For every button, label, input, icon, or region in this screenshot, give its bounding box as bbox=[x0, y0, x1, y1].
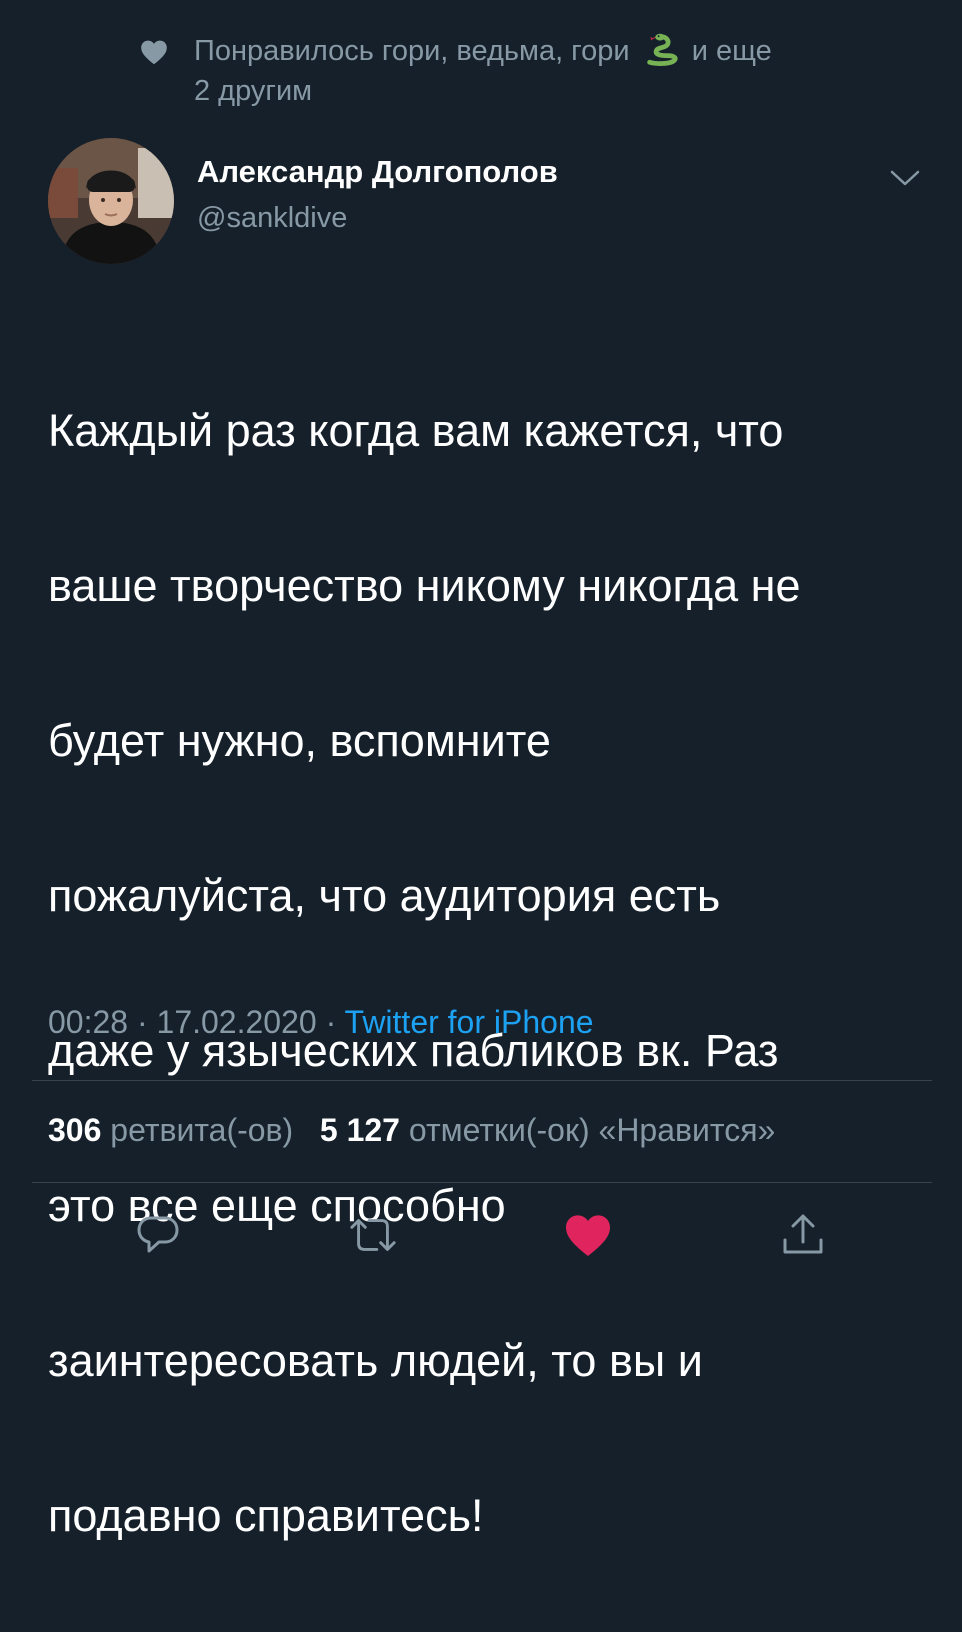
tweet-date: 17.02.2020 bbox=[156, 1004, 317, 1040]
retweet-icon bbox=[350, 1219, 396, 1251]
meta-separator: · bbox=[325, 1004, 337, 1040]
snake-emoji bbox=[646, 33, 678, 66]
avatar[interactable] bbox=[48, 138, 174, 264]
social-context-text: Понравилось гори, ведьма, гори и еще 2 д… bbox=[194, 30, 894, 111]
tweet-text: Каждый раз когда вам кажется, что ваше т… bbox=[48, 314, 928, 1632]
chevron-down-icon[interactable] bbox=[888, 166, 922, 190]
retweets-stat[interactable]: 306 ретвита(-ов) bbox=[48, 1112, 293, 1148]
retweets-label: ретвита(-ов) bbox=[110, 1112, 294, 1148]
liked-by-others: 2 другим bbox=[194, 75, 313, 107]
tweet-meta: 00:28 · 17.02.2020 · Twitter for iPhone bbox=[48, 1004, 594, 1041]
tweet-stats: 306 ретвита(-ов) 5 127 отметки(-ок) «Нра… bbox=[48, 1112, 775, 1149]
tweet-line: ваше творчество никому никогда не bbox=[48, 559, 801, 611]
author-handle[interactable]: @sankldive bbox=[197, 202, 347, 235]
reply-button[interactable] bbox=[133, 1210, 183, 1260]
tweet-line: заинтересовать людей, то вы и bbox=[48, 1334, 703, 1386]
divider bbox=[32, 1182, 932, 1183]
reply-icon bbox=[137, 1216, 179, 1253]
liked-by-text: Понравилось гори, ведьма, гори bbox=[194, 35, 630, 67]
likes-count: 5 127 bbox=[319, 1112, 400, 1148]
share-icon bbox=[783, 1214, 823, 1254]
tweet-line: будет нужно, вспомните bbox=[48, 714, 551, 766]
author-name[interactable]: Александр Долгополов bbox=[197, 154, 558, 190]
liked-by-suffix: и еще bbox=[691, 35, 772, 67]
likes-stat[interactable]: 5 127 отметки(-ок) «Нравится» bbox=[320, 1112, 775, 1148]
retweets-count: 306 bbox=[48, 1112, 102, 1148]
heart-icon bbox=[141, 40, 167, 65]
tweet-source-link[interactable]: Twitter for iPhone bbox=[345, 1004, 594, 1040]
tweet-time: 00:28 bbox=[48, 1004, 129, 1040]
like-button[interactable] bbox=[563, 1210, 613, 1260]
likes-label: отметки(-ок) «Нравится» bbox=[408, 1112, 776, 1148]
divider bbox=[32, 1080, 932, 1081]
tweet-line: подавно справитесь! bbox=[48, 1489, 484, 1541]
tweet-line: Каждый раз когда вам кажется, что bbox=[48, 404, 784, 456]
meta-separator: · bbox=[136, 1004, 148, 1040]
tweet-line: пожалуйста, что аудитория есть bbox=[48, 869, 721, 921]
heart-icon bbox=[566, 1215, 610, 1256]
avatar-photo bbox=[48, 138, 174, 264]
share-button[interactable] bbox=[778, 1210, 828, 1260]
retweet-button[interactable] bbox=[348, 1210, 398, 1260]
